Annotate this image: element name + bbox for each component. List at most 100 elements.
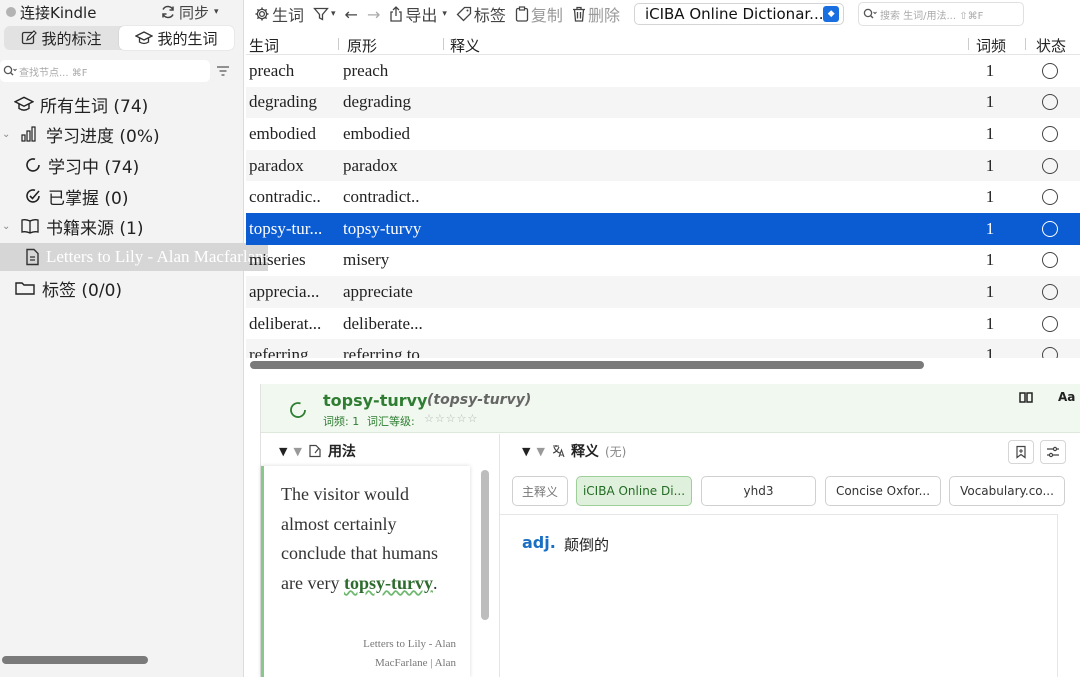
copy-button[interactable]: 复制 [515,2,563,26]
sidebar-scrollbar[interactable] [2,656,148,664]
cell-frequency: 1 [985,187,995,207]
tree-mastered-label: 已掌握 (0) [48,188,129,209]
status-circle-icon[interactable] [1042,283,1058,300]
tree-all-words-label: 所有生词 (74) [40,96,149,117]
cell-word: deliberat... [249,313,322,333]
tree-all-words[interactable]: 所有生词 (74) [0,90,148,118]
chip-main-definition[interactable]: 主释义 [512,476,568,506]
table-row-selected[interactable]: topsy-tur... topsy-turvy 1 [246,213,1080,245]
tab-my-words[interactable]: 我的生词 [119,26,234,50]
word-search-input[interactable]: 搜索 生词/用法... ⇧⌘F [857,2,1024,26]
font-size-button[interactable]: Aa [1058,390,1075,404]
usage-section-header[interactable]: ▼ ▼ 用法 [279,441,356,461]
status-circle-icon[interactable] [1042,62,1058,79]
book-icon [20,217,40,235]
usage-highlighted-word: topsy-turvy [343,572,433,593]
table-row[interactable]: paradox paradox 1 [246,149,1080,182]
connect-kindle[interactable]: 连接Kindle [6,0,116,24]
tree-book-sources[interactable]: ⌄ 书籍来源 (1) [0,212,143,240]
column-divider [443,38,444,50]
chip-yhd3[interactable]: yhd3 [701,476,816,506]
search-icon [3,65,17,77]
column-divider [338,38,339,50]
table-row[interactable]: contradic.. contradict.. 1 [246,181,1080,213]
detail-level-label: 词汇等级: [367,415,415,428]
chip-iciba[interactable]: iCIBA Online Di... [576,476,692,506]
cell-frequency: 1 [985,60,995,80]
back-button[interactable]: ← [345,5,358,24]
bookmark-button[interactable] [1008,440,1034,464]
words-settings-button[interactable]: 生词 [254,2,304,26]
rating-stars[interactable]: ☆☆☆☆☆ [424,412,478,425]
column-header-word[interactable]: 生词 [249,35,337,56]
arrow-right-icon: → [366,4,381,24]
status-circle-icon[interactable] [1042,252,1058,269]
bar-chart-icon [20,125,40,143]
words-label: 生词 [272,6,305,25]
collapse-triangle-icon: ▼ [279,444,288,458]
export-button[interactable]: 导出 ▾ [389,2,447,26]
node-filter-input[interactable]: 查找节点... ⌘F [0,60,210,82]
cell-word: miseries [249,250,306,270]
cell-word: preach [249,60,295,80]
table-row[interactable]: embodied embodied 1 [246,118,1080,150]
status-circle-icon[interactable] [1042,157,1058,174]
status-circle-icon[interactable] [1042,347,1058,358]
settings-sliders-button[interactable] [1040,440,1066,464]
column-header-status[interactable]: 状态 [1036,35,1066,56]
tab-my-highlights[interactable]: 我的标注 [4,26,119,50]
table-horizontal-scrollbar[interactable] [250,361,924,369]
forward-button[interactable]: → [367,5,380,24]
chip-concise-oxford[interactable]: Concise Oxfor... [825,476,941,506]
tree-mastered[interactable]: 已掌握 (0) [0,182,128,210]
status-circle-icon[interactable] [1042,125,1058,142]
chevron-down-icon: ⌄ [2,128,11,140]
cell-word: contradic.. [249,187,321,207]
learning-status-icon[interactable] [287,399,309,421]
split-view-icon[interactable] [1018,391,1034,405]
sync-label: 同步 [179,3,210,22]
sync-icon [160,4,176,20]
tag-icon [456,6,472,22]
usage-scrollbar[interactable] [481,470,489,620]
status-circle-icon[interactable] [1042,94,1058,111]
cell-base: embodied [343,123,411,143]
table-row[interactable]: referring referring to 1 [246,339,1080,358]
column-header-definition[interactable]: 释义 [450,35,480,56]
cell-base: referring to [343,345,420,358]
table-row[interactable]: apprecia... appreciate 1 [246,276,1080,308]
dictionary-select[interactable]: iCIBA Online Dictionar... ◆ [633,3,844,25]
view-segmented-control: 我的标注 我的生词 [4,26,234,50]
status-circle-icon[interactable] [1042,220,1058,237]
table-row[interactable]: deliberat... deliberate... 1 [246,308,1080,340]
filter-button[interactable]: ▾ [313,6,336,22]
status-circle-icon[interactable] [1042,315,1058,332]
trash-icon [572,6,586,22]
tree-progress[interactable]: ⌄ 学习进度 (0%) [0,120,160,148]
sync-button[interactable]: 同步 ▾ [160,0,240,24]
table-row[interactable]: degrading degrading 1 [246,86,1080,119]
sort-filter-icon[interactable] [216,65,230,77]
cell-base: preach [343,60,389,80]
table-row[interactable]: miseries misery 1 [246,245,1080,277]
definition-section-header[interactable]: ▼ ▼ 释义 (无) [522,441,626,461]
tree-book-letters-to-lily[interactable]: Letters to Lily - Alan Macfarlane [0,243,268,271]
collapse-triangle-icon: ▼ [536,444,545,458]
cell-base: contradict.. [343,187,420,207]
delete-button[interactable]: 删除 [572,2,620,26]
usage-source[interactable]: Letters to Lily - Alan MacFarlane | Alan [363,635,456,673]
table-row[interactable]: preach preach 1 [246,55,1080,87]
tree-learning[interactable]: 学习中 (74) [0,151,139,179]
definition-content: adj. 颠倒的 [500,514,1058,677]
filter-funnel-icon [313,6,329,22]
detail-header: topsy-turvy (topsy-turvy) 词频: 1 词汇等级: ☆☆… [261,384,1080,433]
chip-vocabulary[interactable]: Vocabulary.co... [949,476,1065,506]
usage-card: The visitor would almost certainly concl… [261,466,470,677]
tag-button[interactable]: 标签 [456,2,506,26]
column-header-frequency[interactable]: 词频 [976,35,1006,56]
tree-tags-label: 标签 (0/0) [42,280,123,301]
status-circle-icon[interactable] [1042,189,1058,206]
cell-base: appreciate [343,281,413,301]
detail-base-form: (topsy-turvy) [427,392,532,408]
tree-tags[interactable]: 标签 (0/0) [0,274,122,302]
